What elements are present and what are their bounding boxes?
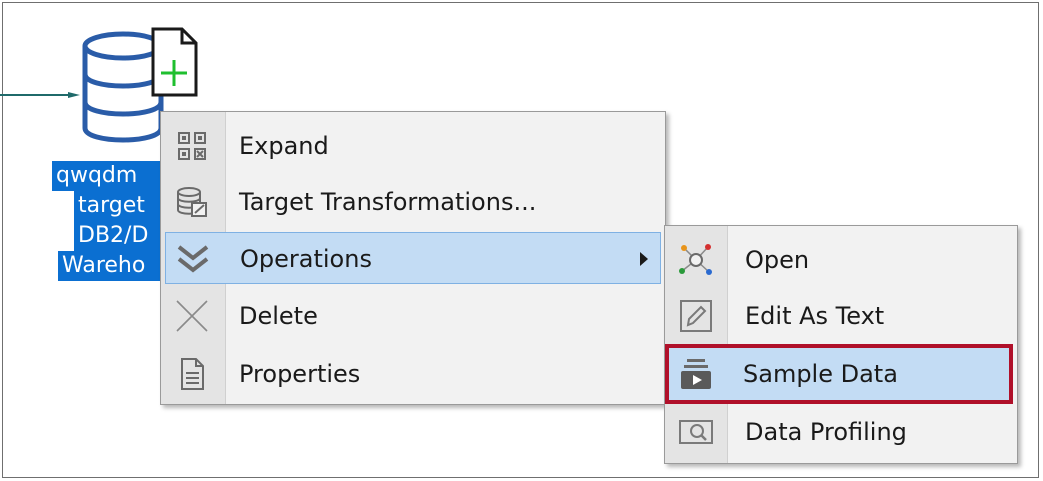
new-document-icon xyxy=(151,27,198,97)
node-label-line: DB2/D xyxy=(74,221,164,251)
node-label-line: target xyxy=(74,191,164,221)
menu-item-label: Properties xyxy=(239,360,361,388)
expand-icon xyxy=(174,128,210,164)
submenu-item-label: Sample Data xyxy=(743,360,898,388)
node-label-line: Wareho xyxy=(58,251,164,281)
submenu-item-label: Edit As Text xyxy=(745,302,885,330)
menu-item-target-transformations[interactable]: Target Transformations... xyxy=(163,176,663,228)
menu-item-properties[interactable]: Properties xyxy=(163,348,663,400)
submenu-item-open[interactable]: Open xyxy=(667,234,1015,286)
operations-submenu: Open Edit As Text Sample Data Data Profi… xyxy=(664,225,1018,464)
submenu-arrow-icon xyxy=(640,252,648,266)
edit-pencil-icon xyxy=(678,298,714,334)
data-profiling-icon xyxy=(678,414,714,450)
submenu-item-edit-as-text[interactable]: Edit As Text xyxy=(667,290,1015,342)
submenu-item-label: Data Profiling xyxy=(745,418,907,446)
double-chevron-down-icon xyxy=(175,241,211,277)
properties-document-icon xyxy=(174,356,210,392)
menu-item-label: Delete xyxy=(239,302,318,330)
delete-x-icon xyxy=(174,298,210,334)
menu-item-label: Expand xyxy=(239,132,329,160)
context-menu: Expand Target Transformations... Operati… xyxy=(160,111,666,405)
submenu-item-sample-data[interactable]: Sample Data xyxy=(665,344,1013,404)
menu-item-delete[interactable]: Delete xyxy=(163,290,663,342)
node-label-line: qwqdm xyxy=(52,161,164,191)
connector-arrow xyxy=(0,92,80,98)
submenu-item-data-profiling[interactable]: Data Profiling xyxy=(667,406,1015,458)
submenu-item-label: Open xyxy=(745,246,810,274)
sample-data-icon xyxy=(678,356,714,392)
menu-item-operations[interactable]: Operations xyxy=(165,232,661,284)
menu-item-expand[interactable]: Expand xyxy=(163,120,663,172)
open-network-icon xyxy=(678,242,714,278)
target-transformations-icon xyxy=(174,184,210,220)
menu-item-label: Target Transformations... xyxy=(239,188,537,216)
menu-item-label: Operations xyxy=(240,245,372,273)
